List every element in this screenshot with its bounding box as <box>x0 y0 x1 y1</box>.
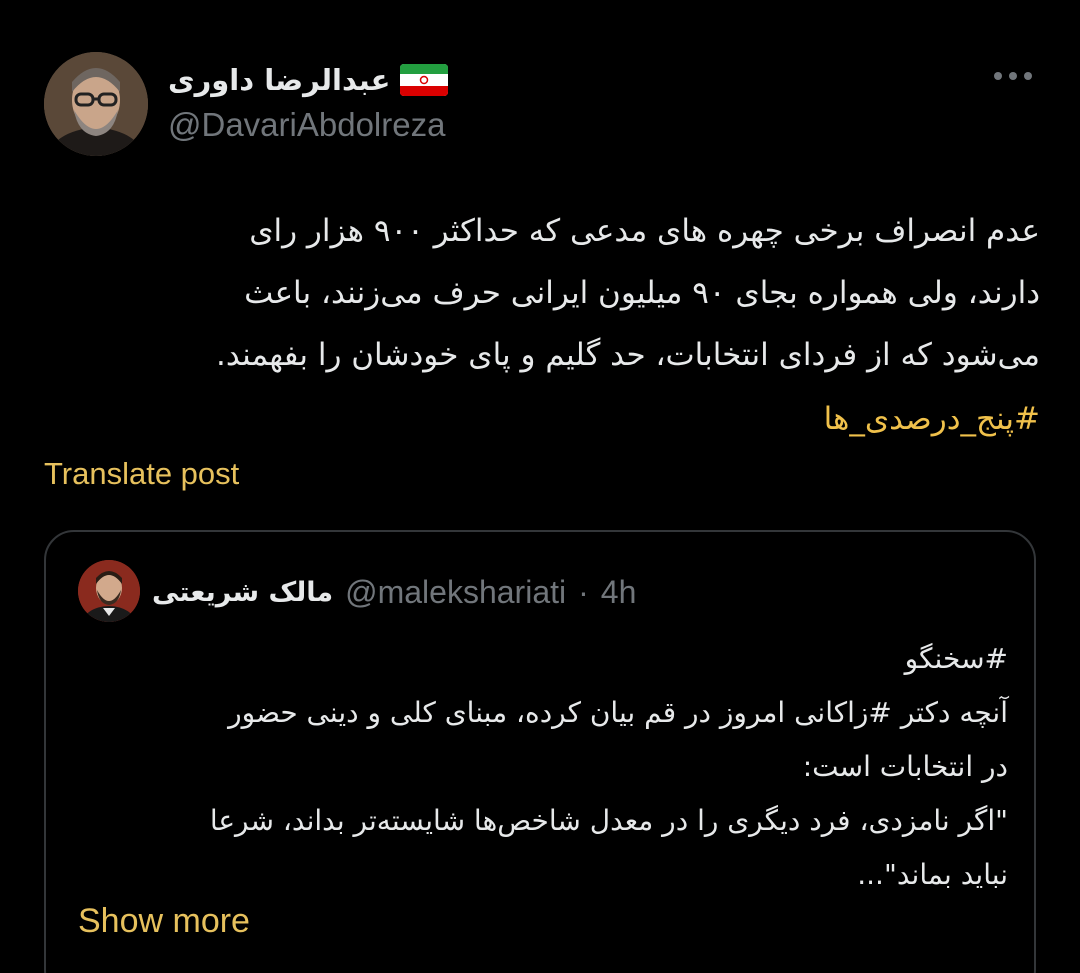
post-text: عدم انصراف برخی چهره های مدعی که حداکثر … <box>215 213 1040 373</box>
author-avatar[interactable] <box>44 52 148 156</box>
quoted-post-card[interactable]: مالک شریعتی @malekshariati · 4h #سخنگو آ… <box>44 530 1036 973</box>
translate-post-link[interactable]: Translate post <box>44 456 239 492</box>
quoted-post-text: #سخنگو آنچه دکتر #زاکانی امروز در قم بیا… <box>209 642 1008 891</box>
post-hashtag-link[interactable]: #پنج_درصدی_ها <box>40 388 1040 450</box>
show-more-link[interactable]: Show more <box>78 902 250 941</box>
avatar-photo-icon <box>44 52 148 156</box>
avatar-photo-icon <box>78 560 140 622</box>
quoted-author-display-name[interactable]: مالک شریعتی <box>152 577 333 608</box>
quoted-author-handle[interactable]: @malekshariati <box>345 574 566 611</box>
separator-dot: · <box>578 573 589 610</box>
author-handle[interactable]: @DavariAbdolreza <box>168 106 445 144</box>
author-display-name[interactable]: عبدالرضا داوری <box>168 63 390 97</box>
quoted-post-timestamp[interactable]: 4h <box>601 574 637 611</box>
more-options-icon[interactable] <box>990 66 1036 86</box>
quoted-author-row: مالک شریعتی @malekshariati · 4h <box>152 568 636 616</box>
author-name-row[interactable]: عبدالرضا داوری <box>168 56 449 104</box>
post-view: عبدالرضا داوری @DavariAbdolreza عدم انصر… <box>0 0 1080 973</box>
quoted-author-avatar[interactable] <box>78 560 140 622</box>
iran-flag-icon <box>400 64 449 96</box>
